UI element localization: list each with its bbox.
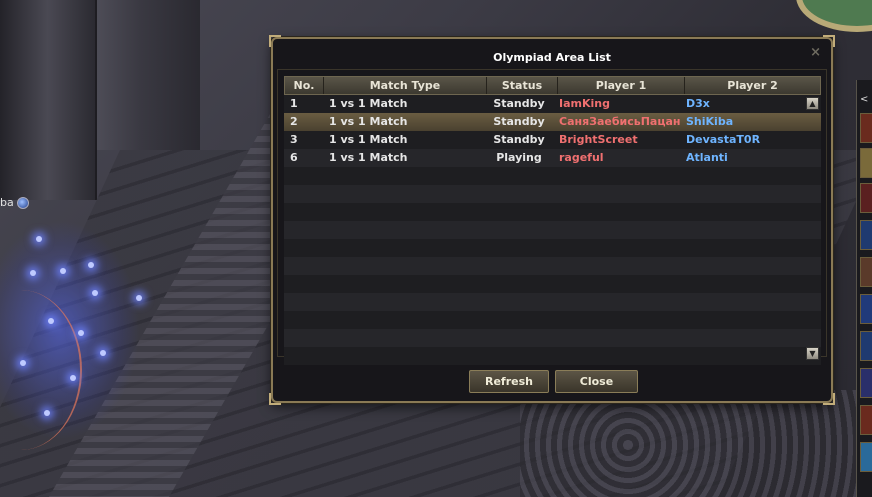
match-table: No. Match Type Status Player 1 Player 2 … xyxy=(284,76,821,365)
cell-match-type: 1 vs 1 Match xyxy=(329,151,408,164)
clan-orb-icon xyxy=(16,197,29,209)
column-header-no[interactable]: No. xyxy=(285,77,324,94)
sparkle xyxy=(30,270,36,276)
skill-icon[interactable] xyxy=(860,183,872,213)
sparkle xyxy=(136,295,142,301)
empty-row xyxy=(284,167,821,185)
sparkle xyxy=(70,375,76,381)
skill-icon[interactable] xyxy=(860,405,872,435)
frame-corner xyxy=(269,35,281,47)
empty-row xyxy=(284,275,821,293)
scroll-up-arrow-icon[interactable]: ▲ xyxy=(806,97,819,110)
olympiad-area-list-window: Olympiad Area List × No. Match Type Stat… xyxy=(269,35,835,405)
column-header-status[interactable]: Status xyxy=(487,77,558,94)
cell-player1: IamKing xyxy=(559,97,610,110)
cell-no: 1 xyxy=(290,97,298,110)
refresh-button[interactable]: Refresh xyxy=(469,370,549,393)
empty-row xyxy=(284,293,821,311)
character-name: ba xyxy=(0,196,14,209)
table-row[interactable]: 1 1 vs 1 Match Standby IamKing D3x xyxy=(284,95,821,113)
sparkle xyxy=(60,268,66,274)
cell-match-type: 1 vs 1 Match xyxy=(329,115,408,128)
cell-no: 3 xyxy=(290,133,298,146)
cell-player1: rageful xyxy=(559,151,604,164)
skill-icon[interactable] xyxy=(860,368,872,398)
close-icon[interactable]: × xyxy=(810,45,821,60)
sparkle xyxy=(92,290,98,296)
sparkle xyxy=(78,330,84,336)
skill-icon[interactable] xyxy=(860,294,872,324)
skill-icon[interactable] xyxy=(860,257,872,287)
cell-player2: D3x xyxy=(686,97,710,110)
sparkle xyxy=(48,318,54,324)
cell-status: Standby xyxy=(493,133,545,146)
empty-row xyxy=(284,203,821,221)
stone-column xyxy=(0,0,97,200)
empty-row xyxy=(284,311,821,329)
cell-player2: Atlanti xyxy=(686,151,728,164)
sparkle xyxy=(36,236,42,242)
sidebar-arrow-icon[interactable]: < xyxy=(857,80,872,105)
close-button[interactable]: Close xyxy=(555,370,638,393)
character-name-tag[interactable]: ba xyxy=(0,196,29,209)
iron-ornament xyxy=(520,390,872,497)
empty-row xyxy=(284,239,821,257)
sparkle xyxy=(20,360,26,366)
frame-corner xyxy=(823,35,835,47)
skill-icon[interactable] xyxy=(860,331,872,361)
cell-no: 2 xyxy=(290,115,298,128)
cell-status: Standby xyxy=(493,115,545,128)
frame-corner xyxy=(823,393,835,405)
table-row[interactable]: 6 1 vs 1 Match Playing rageful Atlanti xyxy=(284,149,821,167)
table-body: 1 1 vs 1 Match Standby IamKing D3x 2 1 v… xyxy=(284,95,821,365)
cell-no: 6 xyxy=(290,151,298,164)
frame-corner xyxy=(269,393,281,405)
skill-icon[interactable] xyxy=(860,148,872,178)
table-row-selected[interactable]: 2 1 vs 1 Match Standby СаняЗаебисьПацан … xyxy=(284,113,821,131)
skill-icon[interactable] xyxy=(860,113,872,143)
cell-match-type: 1 vs 1 Match xyxy=(329,97,408,110)
column-header-match-type[interactable]: Match Type xyxy=(324,77,487,94)
table-row[interactable]: 3 1 vs 1 Match Standby BrightScreet Deva… xyxy=(284,131,821,149)
skill-icon[interactable] xyxy=(860,442,872,472)
empty-row xyxy=(284,347,821,365)
table-header: No. Match Type Status Player 1 Player 2 xyxy=(284,76,821,95)
skill-sidebar: < xyxy=(856,80,872,497)
cell-status: Playing xyxy=(496,151,542,164)
cell-status: Standby xyxy=(493,97,545,110)
cell-player2: DevastaT0R xyxy=(686,133,761,146)
empty-row xyxy=(284,257,821,275)
cell-player1: СаняЗаебисьПацан xyxy=(559,115,680,128)
column-header-player2[interactable]: Player 2 xyxy=(685,77,820,94)
window-title: Olympiad Area List xyxy=(493,51,611,64)
cell-player1: BrightScreet xyxy=(559,133,638,146)
minimap[interactable] xyxy=(796,0,872,32)
sparkle xyxy=(100,350,106,356)
cell-player2: ShiKiba xyxy=(686,115,734,128)
empty-row xyxy=(284,185,821,203)
skill-icon[interactable] xyxy=(860,220,872,250)
empty-row xyxy=(284,221,821,239)
empty-row xyxy=(284,329,821,347)
column-header-player1[interactable]: Player 1 xyxy=(558,77,685,94)
sparkle xyxy=(88,262,94,268)
cell-match-type: 1 vs 1 Match xyxy=(329,133,408,146)
scroll-down-arrow-icon[interactable]: ▼ xyxy=(806,347,819,360)
sparkle xyxy=(44,410,50,416)
